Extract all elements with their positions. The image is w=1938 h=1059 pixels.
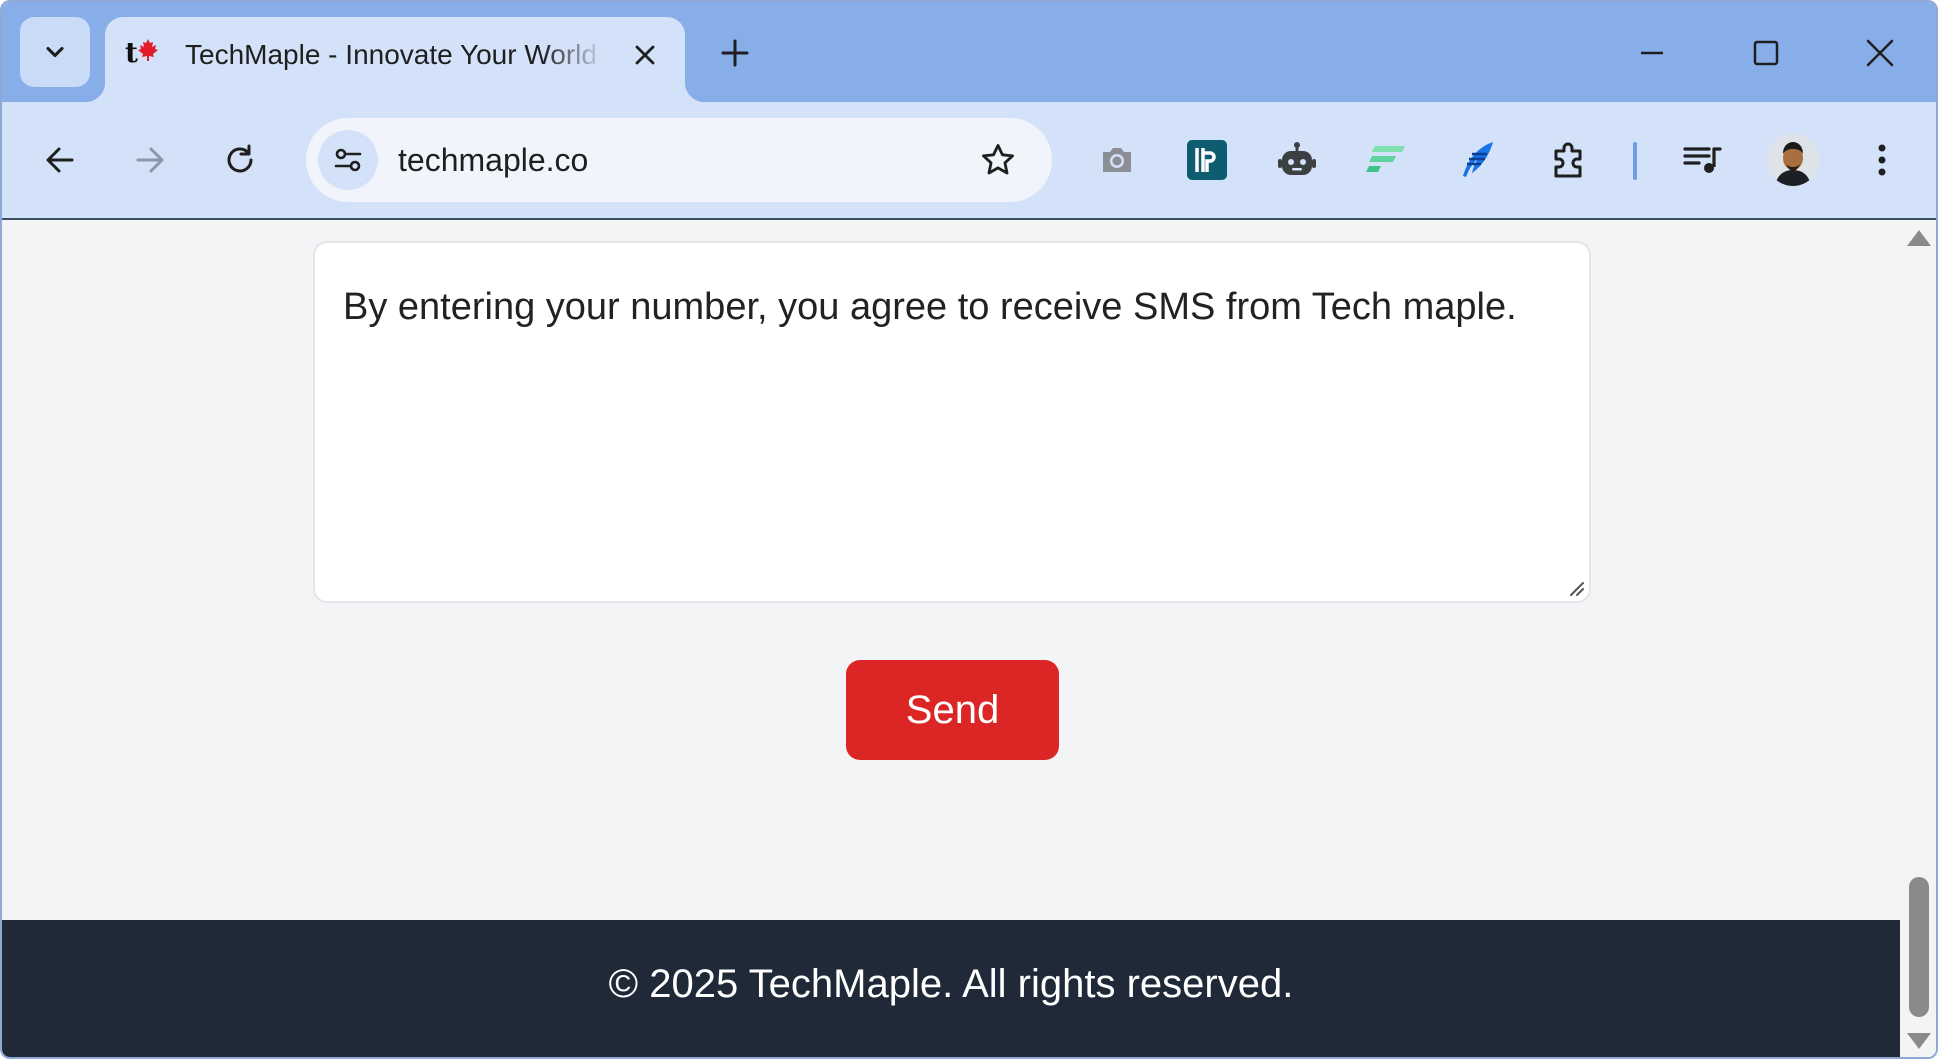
camera-icon [1103,148,1131,172]
page-footer: © 2025 TechMaple. All rights reserved. [2,920,1900,1057]
star-icon [982,144,1014,175]
tab-search-button[interactable] [20,17,90,87]
arrow-right-icon [136,147,164,173]
avatar-image [1767,134,1819,186]
profile-avatar[interactable] [1767,134,1819,186]
browser-toolbar: techmaple.co [2,102,1936,220]
minimize-button[interactable] [1627,28,1677,78]
back-button[interactable] [30,130,90,190]
tab-title: TechMaple - Innovate Your World [185,39,597,70]
arrow-left-icon [46,147,74,173]
dashlane-icon [1187,140,1227,180]
extension-camera[interactable] [1089,132,1145,188]
extension-quill[interactable] [1449,132,1505,188]
maple-leaf-icon [137,39,158,61]
toolbar-separator [1633,142,1637,180]
feedly-icon [1366,146,1405,172]
send-button[interactable]: Send [846,660,1059,760]
extension-robot[interactable] [1269,132,1325,188]
bookmark-button[interactable] [976,138,1020,182]
resize-grip-icon[interactable] [1565,577,1585,597]
new-tab-button[interactable] [714,32,756,74]
media-controls-button[interactable] [1674,132,1730,188]
message-textarea[interactable]: By entering your number, you agree to re… [313,241,1591,603]
extensions-puzzle-icon [1554,142,1582,178]
close-icon [635,45,655,65]
more-vertical-icon [1878,144,1886,176]
browser-menu-button[interactable] [1854,132,1910,188]
techmaple-favicon: t [125,37,165,69]
extensions-menu-button[interactable] [1541,132,1597,188]
maximize-icon [1753,40,1779,66]
footer-copyright: © 2025 TechMaple. All rights reserved. [608,962,1294,1006]
active-tab[interactable]: t TechMaple - Innovate Your World [85,17,705,102]
plus-icon [721,39,749,67]
robot-icon [1278,142,1316,175]
tab-strip: t TechMaple - Innovate Your World [2,2,1936,102]
scroll-down-arrow-icon[interactable] [1907,1033,1931,1049]
site-info-button[interactable] [318,130,378,190]
reload-icon [227,144,253,173]
url-text[interactable]: techmaple.co [398,138,588,182]
browser-window: t TechMaple - Innovate Your World techma… [0,0,1938,1059]
chevron-down-icon [46,46,64,58]
window-close-button[interactable] [1855,28,1905,78]
extension-feedly[interactable] [1359,132,1415,188]
extension-dashlane[interactable] [1179,132,1235,188]
minimize-icon [1641,51,1663,55]
address-bar[interactable]: techmaple.co [306,118,1052,202]
queue-music-icon [1683,147,1722,173]
tab-close-button[interactable] [625,35,665,75]
page-content: By entering your number, you agree to re… [2,220,1900,1057]
forward-button[interactable] [120,130,180,190]
vertical-scrollbar[interactable] [1900,220,1936,1057]
reload-button[interactable] [210,130,270,190]
scroll-up-arrow-icon[interactable] [1907,230,1931,246]
scrollbar-thumb[interactable] [1909,877,1929,1017]
quill-icon [1463,142,1493,177]
close-icon [1866,39,1894,67]
message-text: By entering your number, you agree to re… [343,286,1517,328]
tune-icon [334,148,362,172]
maximize-button[interactable] [1741,28,1791,78]
